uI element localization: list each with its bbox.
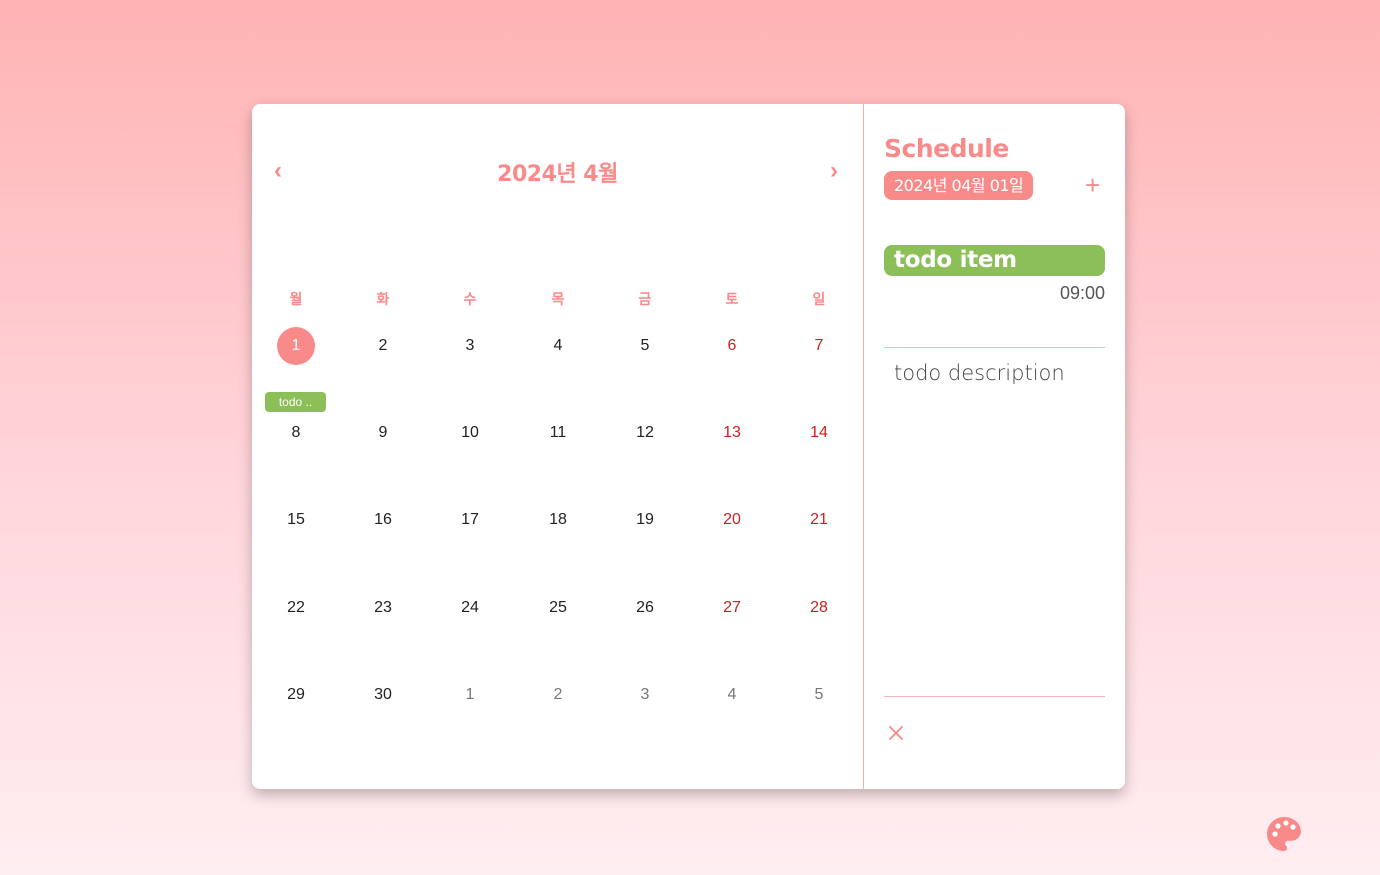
calendar-day[interactable]: 23 (353, 598, 413, 618)
calendar-day-number: 1 (465, 686, 475, 703)
weekday-mon: 월 (289, 292, 303, 308)
calendar-day[interactable]: 8 (266, 423, 326, 443)
calendar-day[interactable]: 11 (528, 423, 588, 443)
calendar-day[interactable]: 14 (789, 423, 849, 443)
palette-icon (1267, 817, 1301, 851)
calendar-day[interactable]: 4 (528, 336, 588, 356)
calendar-day-number: 7 (814, 337, 824, 354)
weekday-wed: 수 (463, 292, 477, 308)
calendar-day[interactable]: 29 (266, 685, 326, 705)
schedule-panel: Schedule 2024년 04월 01일 + todo item 09:00… (864, 104, 1125, 789)
calendar-day[interactable]: 2 (353, 336, 413, 356)
calendar-day-number: 15 (287, 511, 305, 528)
calendar-day-number: 5 (814, 686, 824, 703)
calendar-day-number: 18 (549, 511, 567, 528)
calendar-day[interactable]: 30 (353, 685, 413, 705)
weekday-tue: 화 (376, 292, 390, 308)
calendar-day-number: 22 (287, 599, 305, 616)
theme-palette-button[interactable] (1266, 816, 1302, 857)
calendar-day-number: 27 (723, 599, 741, 616)
calendar-day[interactable]: 15 (266, 510, 326, 530)
calendar-day[interactable]: 17 (440, 510, 500, 530)
calendar-day-number: 3 (465, 337, 475, 354)
calendar-day[interactable]: 20 (702, 510, 762, 530)
weekday-sat: 토 (725, 292, 739, 308)
calendar-day[interactable]: 1 (266, 327, 326, 365)
calendar-day[interactable]: 7 (789, 336, 849, 356)
todo-description: todo description (894, 361, 1065, 385)
weekday-header: 월 화 수 목 금 토 일 (252, 289, 863, 309)
todo-time: 09:00 (1059, 283, 1105, 303)
calendar-day-number: 25 (549, 599, 567, 616)
calendar-day-number: 20 (723, 511, 741, 528)
month-title: 2024년 4월 (497, 162, 618, 187)
calendar-day[interactable]: 22 (266, 598, 326, 618)
calendar-day-number: 28 (810, 599, 828, 616)
calendar-day-number: 21 (810, 511, 828, 528)
calendar-day-number: 2 (378, 337, 388, 354)
calendar-day-number: 13 (723, 424, 741, 441)
close-icon (889, 726, 903, 740)
next-month-button[interactable]: › (830, 159, 838, 183)
calendar-day-number: 14 (810, 424, 828, 441)
calendar-day[interactable]: 27 (702, 598, 762, 618)
calendar-day-number: 5 (640, 337, 650, 354)
calendar-day[interactable]: 12 (615, 423, 675, 443)
calendar-day-number: 16 (374, 511, 392, 528)
calendar-day[interactable]: 9 (353, 423, 413, 443)
add-schedule-button[interactable]: + (1085, 170, 1100, 200)
calendar-day[interactable]: 24 (440, 598, 500, 618)
calendar-day-number: 12 (636, 424, 654, 441)
calendar-day-number: 6 (727, 337, 737, 354)
calendar-day-number: 4 (553, 337, 563, 354)
calendar-day-number: 3 (640, 686, 650, 703)
calendar-day-number: 4 (727, 686, 737, 703)
calendar-day-next-month[interactable]: 3 (615, 685, 675, 705)
calendar-day[interactable]: 26 (615, 598, 675, 618)
calendar-card: ‹ 2024년 4월 › 월 화 수 목 금 토 일 1 2 3 4 5 6 7 8 9 10 11… (252, 104, 1125, 789)
calendar-day-number: 1 (291, 337, 301, 354)
close-button[interactable] (887, 724, 905, 747)
calendar-day[interactable]: 21 (789, 510, 849, 530)
weekday-fri: 금 (638, 292, 652, 308)
calendar-panel: ‹ 2024년 4월 › 월 화 수 목 금 토 일 1 2 3 4 5 6 7 8 9 10 11… (252, 104, 863, 789)
calendar-day-number: 10 (461, 424, 479, 441)
calendar-day[interactable]: 3 (440, 336, 500, 356)
calendar-day-next-month[interactable]: 5 (789, 685, 849, 705)
calendar-day-number: 19 (636, 511, 654, 528)
calendar-day-next-month[interactable]: 4 (702, 685, 762, 705)
calendar-day[interactable]: 5 (615, 336, 675, 356)
description-divider-bottom (884, 696, 1105, 697)
calendar-day[interactable]: 18 (528, 510, 588, 530)
calendar-day[interactable]: 13 (702, 423, 762, 443)
calendar-day[interactable]: 25 (528, 598, 588, 618)
calendar-day-number: 2 (553, 686, 563, 703)
calendar-day-number: 23 (374, 599, 392, 616)
calendar-day-next-month[interactable]: 1 (440, 685, 500, 705)
calendar-day[interactable]: 10 (440, 423, 500, 443)
event-chip[interactable]: todo .. (265, 392, 326, 412)
calendar-day[interactable]: 28 (789, 598, 849, 618)
calendar-day-next-month[interactable]: 2 (528, 685, 588, 705)
weekday-thu: 목 (551, 292, 565, 308)
calendar-day-number: 26 (636, 599, 654, 616)
calendar-day-number: 8 (291, 424, 301, 441)
calendar-day-number: 9 (378, 424, 388, 441)
calendar-day-number: 24 (461, 599, 479, 616)
calendar-day-number: 17 (461, 511, 479, 528)
calendar-day-number: 30 (374, 686, 392, 703)
calendar-day-number: 29 (287, 686, 305, 703)
selected-date-badge: 2024년 04월 01일 (884, 171, 1034, 200)
calendar-day[interactable]: 6 (702, 336, 762, 356)
calendar-day-number: 11 (549, 424, 567, 441)
calendar-day[interactable]: 19 (615, 510, 675, 530)
weekday-sun: 일 (812, 292, 826, 308)
todo-title[interactable]: todo item (884, 245, 1105, 276)
calendar-day[interactable]: 16 (353, 510, 413, 530)
schedule-title: Schedule (884, 134, 1009, 163)
description-divider-top (884, 347, 1105, 348)
